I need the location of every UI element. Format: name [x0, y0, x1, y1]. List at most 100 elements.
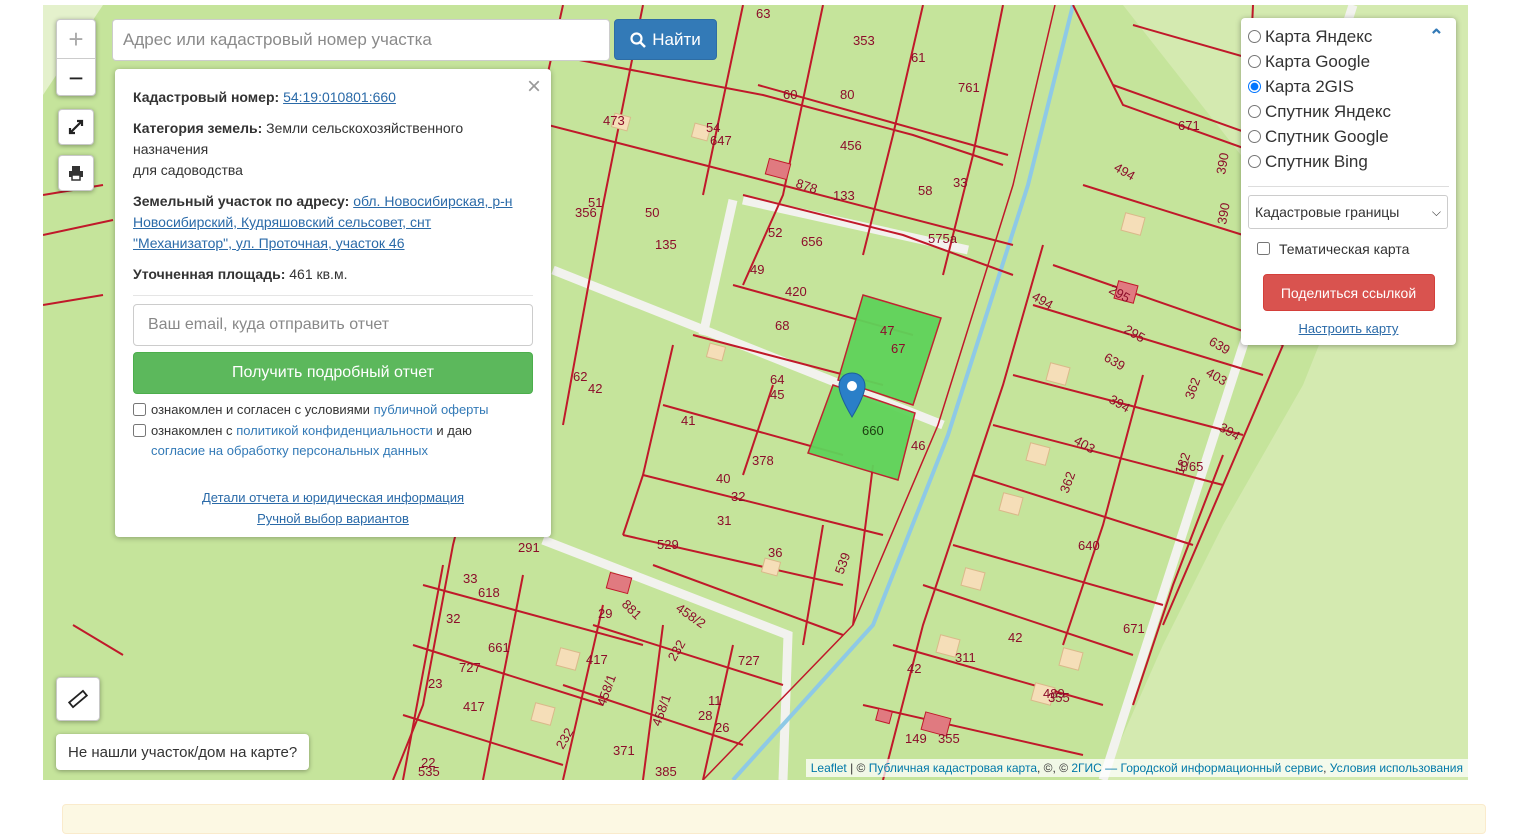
base-layer-label: Спутник Google — [1265, 126, 1389, 146]
plot-number-label: 149 — [905, 731, 927, 746]
terms-link[interactable]: Условия использования — [1330, 761, 1463, 775]
plot-number-label: 36 — [768, 545, 782, 560]
base-layer-radio[interactable] — [1248, 105, 1261, 118]
privacy-consent-text-a: ознакомлен с — [151, 423, 233, 438]
share-link-button[interactable]: Поделиться ссылкой — [1262, 274, 1435, 311]
base-layer-option[interactable]: Карта Яндекс — [1248, 24, 1449, 49]
plot-number-label: 671 — [1123, 621, 1145, 636]
public-offer-link[interactable]: публичной оферты — [374, 402, 489, 417]
plot-number-label: 61 — [911, 50, 925, 65]
base-layer-option[interactable]: Спутник Bing — [1248, 149, 1449, 174]
not-found-button[interactable]: Не нашли участок/дом на карте? — [56, 734, 310, 770]
measure-ruler-button[interactable] — [56, 677, 100, 721]
get-report-button[interactable]: Получить подробный отчет — [133, 352, 533, 394]
plot-number-label: 761 — [958, 80, 980, 95]
plot-number-label: 575а — [928, 231, 958, 246]
plot-number-label: 51 — [588, 195, 602, 210]
report-details-link[interactable]: Детали отчета и юридическая информация — [202, 490, 464, 505]
plot-number-label: 371 — [613, 743, 635, 758]
plot-number-label: 62 — [573, 369, 587, 384]
cadastral-number-link[interactable]: 54:19:010801:660 — [283, 89, 396, 105]
plot-number-label: 26 — [715, 720, 729, 735]
land-category-label: Категория земель: — [133, 120, 263, 136]
land-use-value: для садоводства — [133, 162, 243, 178]
plot-number-label: 291 — [518, 540, 540, 555]
plot-number-label: 353 — [853, 33, 875, 48]
offer-consent-text: ознакомлен и согласен с условиями — [151, 402, 370, 417]
plot-number-label: 640 — [1078, 538, 1100, 553]
manual-selection-link[interactable]: Ручной выбор вариантов — [257, 511, 409, 526]
thematic-map-checkbox[interactable] — [1257, 242, 1270, 255]
base-layer-option[interactable]: Спутник Google — [1248, 124, 1449, 149]
printer-icon — [69, 166, 83, 181]
offer-consent-row: ознакомлен и согласен с условиями публич… — [133, 400, 533, 420]
plot-number-label: 420 — [785, 284, 807, 299]
chevron-up-icon[interactable]: ⌃ — [1429, 26, 1444, 47]
pkk-link[interactable]: Публичная кадастровая карта — [869, 761, 1037, 775]
plot-number-label: 878 — [794, 176, 819, 197]
search-button-label: Найти — [652, 29, 701, 49]
close-icon[interactable]: × — [527, 73, 541, 101]
2gis-link[interactable]: 2ГИС — Городской информационный сервис — [1071, 761, 1323, 775]
plot-number-label: 45 — [770, 387, 784, 402]
plot-number-label: 63 — [756, 6, 770, 21]
personal-data-consent-link[interactable]: согласие на обработку персональных данны… — [151, 443, 428, 458]
base-layer-option[interactable]: Карта 2GIS — [1248, 74, 1449, 99]
fullscreen-button[interactable] — [58, 109, 94, 145]
plot-number-label: 32 — [446, 611, 460, 626]
privacy-policy-link[interactable]: политикой конфиденциальности — [236, 423, 433, 438]
overlay-select[interactable]: Кадастровые границы ⌵ — [1248, 195, 1448, 229]
print-button[interactable] — [58, 155, 94, 191]
plot-number-label: 656 — [801, 234, 823, 249]
plot-number-label: 295 — [1122, 322, 1148, 346]
plot-number-label: 67 — [891, 341, 905, 356]
offer-consent-checkbox[interactable] — [133, 403, 146, 416]
thematic-map-label: Тематическая карта — [1279, 240, 1410, 257]
plot-number-label: 29 — [598, 606, 612, 621]
plot-number-label: 661 — [488, 640, 510, 655]
privacy-consent-row: ознакомлен с политикой конфиденциальност… — [133, 421, 533, 461]
plot-number-label: 28 — [698, 708, 712, 723]
leaflet-link[interactable]: Leaflet — [811, 761, 847, 775]
plot-number-label: 671 — [1178, 118, 1200, 133]
base-layer-radio[interactable] — [1248, 80, 1261, 93]
email-field[interactable] — [133, 304, 533, 346]
plot-number-label: 403 — [1072, 433, 1098, 457]
configure-map-link[interactable]: Настроить карту — [1299, 321, 1399, 336]
base-layer-radio[interactable] — [1248, 155, 1261, 168]
configure-map-row: Настроить карту — [1248, 321, 1449, 336]
ruler-icon — [67, 689, 89, 709]
plot-number-label: 489 — [1043, 686, 1065, 701]
privacy-consent-checkbox[interactable] — [133, 424, 146, 437]
thematic-map-toggle[interactable]: Тематическая карта — [1248, 239, 1449, 258]
plot-number-label: 660 — [862, 423, 884, 438]
base-layer-option[interactable]: Карта Google — [1248, 49, 1449, 74]
expand-icon — [68, 119, 84, 135]
selected-location-pin-icon[interactable] — [838, 372, 866, 418]
base-layer-radio[interactable] — [1248, 30, 1261, 43]
plot-number-label: 23 — [428, 676, 442, 691]
panel-footer-links: Детали отчета и юридическая информация Р… — [133, 487, 533, 529]
zoom-in-button[interactable]: + — [57, 20, 95, 59]
base-layer-radio[interactable] — [1248, 130, 1261, 143]
parcel-info-panel: × Кадастровый номер: 54:19:010801:660 Ка… — [115, 69, 551, 537]
plot-number-label: 11 — [708, 693, 722, 708]
area-label: Уточненная площадь: — [133, 266, 286, 282]
plot-number-label: 473 — [603, 113, 625, 128]
plot-number-label: 46 — [911, 438, 925, 453]
plot-number-label: 362 — [1057, 470, 1079, 496]
cadastral-number-row: Кадастровый номер: 54:19:010801:660 — [133, 87, 533, 108]
base-layer-option[interactable]: Спутник Яндекс — [1248, 99, 1449, 124]
zoom-out-button[interactable]: − — [57, 59, 95, 97]
plot-number-label: 50 — [645, 205, 659, 220]
search-button[interactable]: Найти — [614, 19, 717, 60]
map-attribution: Leaflet | © Публичная кадастровая карта,… — [805, 759, 1468, 777]
plot-number-label: 458/1 — [649, 692, 674, 728]
cadastral-number-label: Кадастровый номер: — [133, 89, 280, 105]
search-input[interactable] — [112, 19, 610, 61]
base-layer-radio[interactable] — [1248, 55, 1261, 68]
plot-number-label: 639 — [1102, 350, 1128, 374]
plot-number-label: 539 — [832, 551, 854, 577]
search-icon — [630, 31, 647, 48]
plot-number-label: 42 — [588, 381, 602, 396]
